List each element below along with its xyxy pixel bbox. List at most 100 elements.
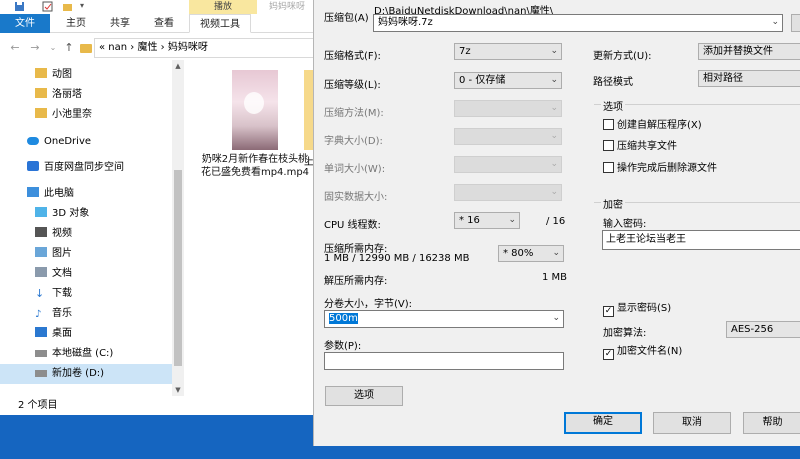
file-item-video[interactable]: 奶咪2月新作春在枝头桃花已盛免费看mp4.mp4 (200, 70, 310, 179)
cpu-threads-label: CPU 线程数: (324, 220, 381, 231)
nav-item-2[interactable]: 小池里奈 (0, 105, 172, 125)
browse-button[interactable] (791, 14, 800, 32)
tab-share[interactable]: 共享 (104, 14, 136, 33)
file-explorer-window: ▾ 播放 妈妈咪呀 文件 主页 共享 查看 视频工具 ← → ⌄ ↑ « nan… (0, 0, 324, 415)
scroll-up-icon[interactable]: ▲ (172, 60, 184, 72)
nav-item-onedrive[interactable]: OneDrive (0, 132, 172, 152)
nav-item-video[interactable]: 视频 (0, 224, 172, 244)
encryption-method-label: 加密算法: (603, 328, 647, 339)
nav-item-0[interactable]: 动图 (0, 65, 172, 85)
nav-item-this-pc[interactable]: 此电脑 (0, 184, 172, 204)
update-mode-value: 添加并替换文件 (703, 46, 773, 57)
nav-scrollbar[interactable]: ▲ ▼ (172, 60, 184, 396)
context-tab-play[interactable]: 播放 (189, 0, 257, 14)
folder-icon (80, 44, 92, 53)
new-folder-icon[interactable] (62, 1, 73, 12)
archive-name-value: 妈妈咪呀.7z (378, 17, 433, 28)
nav-item-1[interactable]: 洛丽塔 (0, 85, 172, 105)
nav-label: 下载 (52, 288, 72, 299)
scroll-down-icon[interactable]: ▼ (172, 384, 184, 396)
checkbox-label: 创建自解压程序(X) (617, 120, 702, 131)
save-icon[interactable] (14, 1, 25, 12)
nav-item-baidu[interactable]: 百度网盘同步空间 (0, 158, 172, 178)
nav-item-3d[interactable]: 3D 对象 (0, 204, 172, 224)
path-mode-label: 路径模式 (593, 77, 633, 88)
delete-after-checkbox[interactable]: 操作完成后删除源文件 (603, 162, 717, 175)
properties-icon[interactable] (42, 1, 53, 12)
level-value: 0 - 仅存储 (459, 75, 506, 86)
checkbox-box[interactable] (603, 140, 614, 151)
chevron-down-icon: ⌄ (552, 248, 560, 258)
nav-label: 3D 对象 (52, 208, 90, 219)
checkbox-label: 压缩共享文件 (617, 141, 677, 152)
status-bar: 2 个项目 (0, 396, 318, 415)
checkbox-box[interactable] (603, 119, 614, 130)
compress-memory-detail: 1 MB / 12990 MB / 16238 MB (324, 253, 470, 264)
tab-home[interactable]: 主页 (60, 14, 92, 33)
baidu-sync-icon (27, 161, 39, 171)
format-value: 7z (459, 46, 471, 57)
password-input[interactable]: 上老王论坛当老王 (602, 230, 800, 250)
create-sfx-checkbox[interactable]: 创建自解压程序(X) (603, 119, 702, 132)
nav-label: 音乐 (52, 308, 72, 319)
tab-video-tools[interactable]: 视频工具 (189, 14, 251, 33)
nav-item-documents[interactable]: 文档 (0, 264, 172, 284)
format-select[interactable]: 7z ⌄ (454, 43, 562, 60)
qat-dropdown-icon[interactable]: ▾ (80, 1, 91, 12)
forward-arrow-icon[interactable]: → (28, 41, 42, 55)
checkbox-label: 操作完成后删除源文件 (617, 163, 717, 174)
chevron-down-icon[interactable]: ⌄ (771, 15, 779, 30)
music-icon: ♪ (35, 309, 42, 320)
help-button[interactable]: 帮助 (743, 412, 800, 434)
computer-icon (27, 187, 39, 197)
up-arrow-icon[interactable]: ↑ (62, 41, 76, 55)
nav-item-pictures[interactable]: 图片 (0, 244, 172, 264)
nav-label: 本地磁盘 (C:) (52, 348, 114, 359)
checkbox-label: 显示密码(S) (617, 303, 672, 314)
scrollbar-thumb[interactable] (174, 170, 182, 366)
back-arrow-icon[interactable]: ← (8, 41, 22, 55)
cancel-button[interactable]: 取消 (653, 412, 731, 434)
nav-item-drive-d[interactable]: 新加卷 (D:) (0, 364, 172, 384)
nav-label: 洛丽塔 (52, 89, 82, 100)
volume-size-combo[interactable]: 500m ⌄ (324, 310, 564, 328)
params-input[interactable] (324, 352, 564, 370)
level-label: 压缩等级(L): (324, 80, 381, 91)
desktop-icon (35, 327, 47, 337)
window-title: 妈妈咪呀 (268, 2, 305, 12)
folder-icon (35, 108, 47, 118)
path-mode-select[interactable]: 相对路径 (698, 70, 800, 87)
address-bar-row: ← → ⌄ ↑ « nan › 魔性 › 妈妈咪呀 (0, 36, 318, 60)
update-mode-select[interactable]: 添加并替换文件 (698, 43, 800, 60)
cpu-threads-select[interactable]: * 16 ⌄ (454, 212, 520, 229)
show-password-checkbox[interactable]: ✓ 显示密码(S) (603, 303, 671, 317)
checkbox-box[interactable]: ✓ (603, 306, 614, 317)
nav-item-downloads[interactable]: ↓ 下载 (0, 284, 172, 304)
nav-label: 桌面 (52, 328, 72, 339)
tab-file[interactable]: 文件 (0, 14, 50, 33)
encrypt-names-checkbox[interactable]: ✓ 加密文件名(N) (603, 346, 682, 360)
nav-item-drive-c[interactable]: 本地磁盘 (C:) (0, 344, 172, 364)
checkbox-box[interactable]: ✓ (603, 349, 614, 360)
chevron-down-icon: ⌄ (550, 159, 558, 169)
tab-view[interactable]: 查看 (148, 14, 180, 33)
encryption-method-select[interactable]: AES-256 (726, 321, 800, 338)
ok-button[interactable]: 确定 (564, 412, 642, 434)
cpu-threads-total: / 16 (546, 216, 566, 227)
options-button[interactable]: 选项 (325, 386, 403, 406)
recent-locations-icon[interactable]: ⌄ (46, 41, 60, 55)
compress-shared-checkbox[interactable]: 压缩共享文件 (603, 140, 677, 153)
checkbox-box[interactable] (603, 162, 614, 173)
nav-item-music[interactable]: ♪ 音乐 (0, 304, 172, 324)
nav-label: 新加卷 (D:) (52, 368, 105, 379)
level-select[interactable]: 0 - 仅存储 ⌄ (454, 72, 562, 89)
archive-name-combo[interactable]: 妈妈咪呀.7z ⌄ (373, 14, 783, 32)
method-label: 压缩方法(M): (324, 108, 384, 119)
params-label: 参数(P): (324, 341, 362, 352)
memory-percent-value: * 80% (503, 248, 534, 259)
chevron-down-icon[interactable]: ⌄ (552, 311, 560, 326)
chevron-down-icon: ⌄ (550, 46, 558, 56)
memory-percent-select[interactable]: * 80% ⌄ (498, 245, 564, 262)
address-breadcrumb[interactable]: « nan › 魔性 › 妈妈咪呀 (94, 38, 316, 58)
nav-item-desktop[interactable]: 桌面 (0, 324, 172, 344)
